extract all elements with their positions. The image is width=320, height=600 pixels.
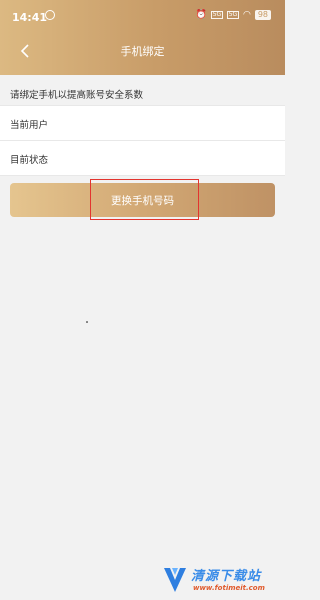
signal-2-icon: 5G [226,11,239,19]
watermark: 清源下载站 www.fotimeit.com [162,563,282,597]
wifi-icon: ◠ [242,10,251,20]
page-title: 手机绑定 [120,45,165,58]
watermark-url: www.fotimeit.com [193,584,265,592]
security-hint: 请绑定手机以提高账号安全系数 [10,90,144,101]
current-user-label: 当前用户 [10,120,49,131]
app-header: 14:41 ⏰ 5G 5G ◠ 98 手机绑定 [0,0,285,75]
info-list: 当前用户 目前状态 [0,105,285,176]
highlight-annotation [90,179,199,220]
signal-1-icon: 5G [210,11,223,19]
status-bar: 14:41 ⏰ 5G 5G ◠ 98 [0,0,285,30]
stray-dot [86,321,88,323]
current-user-row: 当前用户 [0,105,285,140]
notification-dot-icon [45,10,55,20]
current-status-row: 目前状态 [0,140,285,176]
status-icons: ⏰ 5G 5G ◠ 98 [196,10,271,20]
site-logo-icon [164,568,186,592]
nav-bar: 手机绑定 [0,30,285,75]
watermark-title: 清源下载站 [191,569,262,584]
battery-icon: 98 [254,10,271,20]
alarm-icon: ⏰ [195,10,207,20]
status-time: 14:41 [12,11,48,24]
current-status-label: 目前状态 [10,155,49,166]
